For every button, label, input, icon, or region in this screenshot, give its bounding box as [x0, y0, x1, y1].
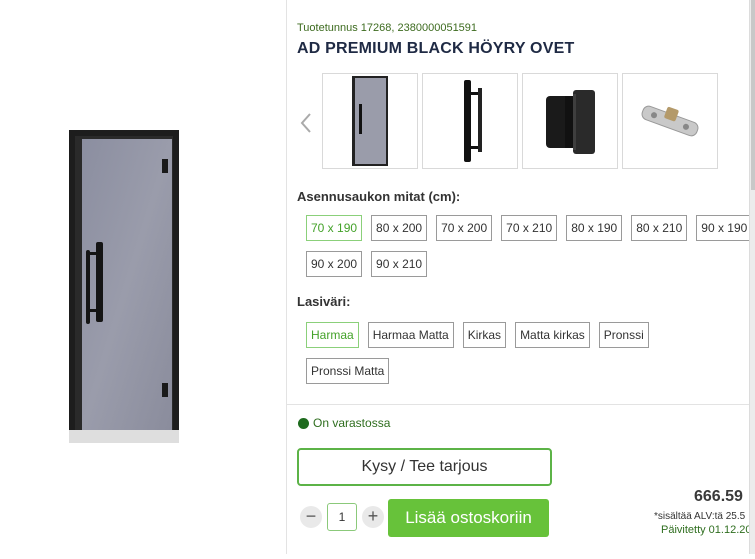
glass-option[interactable]: Harmaa Matta — [367, 322, 454, 348]
chevron-left-icon — [300, 113, 311, 133]
size-option[interactable]: 70 x 210 — [501, 215, 558, 241]
glass-option[interactable]: Matta kirkas — [515, 322, 590, 348]
latch-thumbnail[interactable] — [622, 73, 718, 169]
size-option[interactable]: 80 x 210 — [631, 215, 688, 241]
glass-options-row-1: Harmaa Harmaa Matta Kirkas Matta kirkas … — [306, 322, 649, 348]
size-options-row-2: 90 x 200 90 x 210 — [306, 251, 428, 277]
size-option[interactable]: 70 x 190 — [306, 215, 363, 241]
glass-color-label: Lasiväri: — [297, 294, 351, 309]
gallery-prev-button[interactable] — [298, 108, 314, 138]
size-options-row-1: 70 x 190 80 x 200 70 x 200 70 x 210 80 x… — [306, 215, 753, 241]
size-option[interactable]: 70 x 200 — [436, 215, 493, 241]
stock-text: On varastossa — [313, 416, 391, 430]
size-option[interactable]: 90 x 210 — [371, 251, 428, 277]
glass-option[interactable]: Harmaa — [306, 322, 359, 348]
panel-divider — [286, 0, 287, 554]
glass-options-row-2: Pronssi Matta — [306, 358, 390, 384]
product-title: AD PREMIUM BLACK HÖYRY OVET — [297, 40, 575, 57]
handle-thumbnail[interactable] — [422, 73, 518, 169]
product-price: 666.59 — [694, 488, 743, 505]
stock-status: On varastossa — [298, 416, 390, 430]
glass-option[interactable]: Pronssi Matta — [306, 358, 390, 384]
request-quote-button[interactable]: Kysy / Tee tarjous — [297, 448, 552, 486]
scrollbar-thumb[interactable] — [751, 0, 755, 190]
hinge-thumbnail[interactable] — [522, 73, 618, 169]
quantity-increase-button[interactable]: + — [362, 506, 384, 528]
add-to-cart-button[interactable]: Lisää ostoskoriin — [388, 499, 549, 537]
size-option[interactable]: 90 x 190 — [696, 215, 753, 241]
stock-dot-icon — [298, 417, 309, 429]
glass-option[interactable]: Kirkas — [462, 322, 507, 348]
quantity-decrease-button[interactable]: − — [300, 506, 322, 528]
quantity-input[interactable] — [327, 503, 357, 531]
product-image-panel — [0, 0, 286, 554]
size-option[interactable]: 80 x 200 — [371, 215, 428, 241]
price-updated: Päivitetty 01.12.20 — [661, 524, 752, 536]
size-label: Asennusaukon mitat (cm): — [297, 189, 461, 204]
product-main-image[interactable] — [0, 0, 286, 554]
product-sku: Tuotetunnus 17268, 2380000051591 — [297, 22, 478, 34]
section-divider — [287, 404, 749, 405]
gallery-thumbnails — [322, 73, 718, 169]
scrollbar[interactable] — [749, 0, 755, 554]
glass-option[interactable]: Pronssi — [598, 322, 649, 348]
door-thumbnail[interactable] — [322, 73, 418, 169]
size-option[interactable]: 90 x 200 — [306, 251, 363, 277]
vat-note: *sisältää ALV:tä 25.5 — [654, 511, 746, 522]
size-option[interactable]: 80 x 190 — [566, 215, 623, 241]
